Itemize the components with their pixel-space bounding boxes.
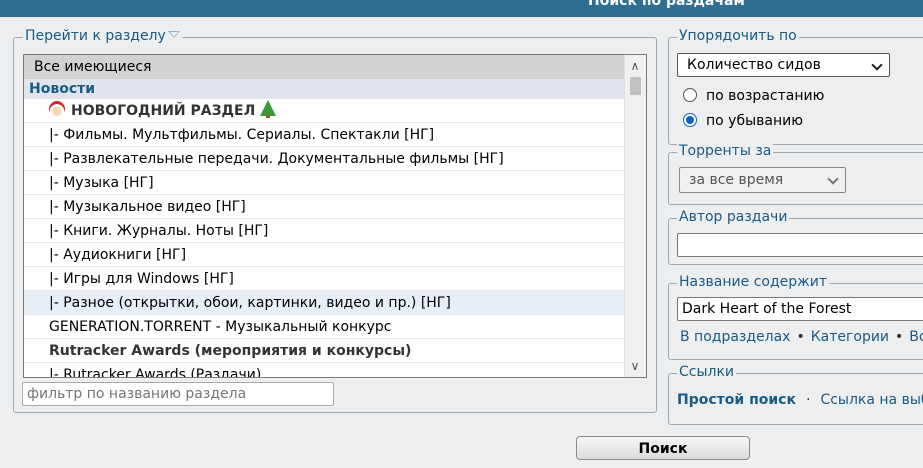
in-subsections-link[interactable]: В подразделах bbox=[680, 329, 790, 345]
list-item[interactable]: |- Музыкальное видео [НГ] bbox=[24, 195, 625, 219]
title-options: В подразделах•Категории•Все bbox=[680, 329, 923, 345]
period-fieldset: Торренты за за все время bbox=[668, 143, 923, 205]
santa-icon bbox=[49, 101, 65, 117]
sort-fieldset: Упорядочить по Количество сидов по возра… bbox=[668, 28, 923, 145]
sections-legend[interactable]: Перейти к разделу bbox=[23, 28, 182, 44]
header-bar: Поиск по раздачам bbox=[0, 0, 923, 17]
title-fieldset: Название содержит В подразделах•Категори… bbox=[668, 274, 923, 360]
author-fieldset: Автор раздачи bbox=[668, 209, 923, 265]
links-line: Простой поиск · Ссылка на выб bbox=[677, 392, 923, 408]
list-group-news: Новости bbox=[24, 79, 625, 99]
list-item-all[interactable]: Все имеющиеся bbox=[24, 55, 625, 79]
chevron-down-icon bbox=[827, 173, 839, 185]
dropdown-triangle-icon[interactable] bbox=[167, 31, 180, 38]
title-legend: Название содержит bbox=[677, 274, 830, 290]
categories-link[interactable]: Категории bbox=[811, 329, 889, 345]
scroll-up-icon[interactable]: ∧ bbox=[629, 60, 641, 72]
scroll-down-icon[interactable]: ∨ bbox=[629, 360, 641, 372]
section-filter-input[interactable] bbox=[22, 382, 334, 406]
search-link[interactable]: Ссылка на выб bbox=[820, 392, 923, 408]
sort-asc-option[interactable]: по возрастанию bbox=[683, 86, 824, 106]
scroll-thumb[interactable] bbox=[630, 77, 641, 95]
sort-select-value: Количество сидов bbox=[687, 57, 821, 73]
sections-fieldset: Перейти к разделу Все имеющиеся Новости … bbox=[13, 28, 657, 413]
title-input[interactable] bbox=[677, 297, 923, 321]
author-legend: Автор раздачи bbox=[677, 209, 790, 225]
period-select-value: за все время bbox=[689, 172, 784, 188]
list-item[interactable]: |- Rutracker Awards (Раздачи) bbox=[24, 363, 625, 377]
simple-search-link[interactable]: Простой поиск bbox=[677, 392, 796, 408]
sections-listbox[interactable]: Все имеющиеся Новости НОВОГОДНИЙ РАЗДЕЛ … bbox=[23, 54, 647, 378]
list-item-newyear[interactable]: НОВОГОДНИЙ РАЗДЕЛ bbox=[24, 99, 625, 123]
sort-select[interactable]: Количество сидов bbox=[677, 53, 890, 77]
author-input[interactable] bbox=[677, 233, 923, 257]
sort-desc-option[interactable]: по убыванию bbox=[683, 111, 803, 131]
links-legend: Ссылки bbox=[677, 364, 737, 380]
list-item[interactable]: |- Аудиокниги [НГ] bbox=[24, 243, 625, 267]
list-item[interactable]: GENERATION.TORRENT - Музыкальный конкурс bbox=[24, 315, 625, 339]
list-item-awards[interactable]: Rutracker Awards (мероприятия и конкурсы… bbox=[24, 339, 625, 363]
page-title: Поиск по раздачам bbox=[588, 0, 745, 9]
all-link[interactable]: Все bbox=[909, 329, 923, 345]
sort-legend: Упорядочить по bbox=[677, 28, 799, 44]
radio-desc[interactable] bbox=[683, 113, 697, 127]
chevron-down-icon bbox=[871, 59, 883, 71]
sections-legend-label[interactable]: Перейти к разделу bbox=[25, 28, 166, 44]
list-item[interactable]: |- Музыка [НГ] bbox=[24, 171, 625, 195]
list-item-hovered[interactable]: |- Разное (открытки, обои, картинки, вид… bbox=[24, 291, 625, 315]
list-item[interactable]: |- Развлекательные передачи. Документаль… bbox=[24, 147, 625, 171]
list-item[interactable]: |- Фильмы. Мультфильмы. Сериалы. Спектак… bbox=[24, 123, 625, 147]
christmas-tree-icon bbox=[260, 100, 277, 118]
list-item[interactable]: |- Игры для Windows [НГ] bbox=[24, 267, 625, 291]
period-select[interactable]: за все время bbox=[679, 167, 846, 193]
list-item[interactable]: |- Книги. Журналы. Ноты [НГ] bbox=[24, 219, 625, 243]
radio-asc[interactable] bbox=[683, 88, 697, 102]
period-legend: Торренты за bbox=[677, 143, 774, 159]
search-button[interactable]: Поиск bbox=[576, 436, 750, 460]
list-scrollbar[interactable]: ∧ ∨ bbox=[624, 55, 646, 377]
links-fieldset: Ссылки Простой поиск · Ссылка на выб bbox=[668, 364, 923, 425]
